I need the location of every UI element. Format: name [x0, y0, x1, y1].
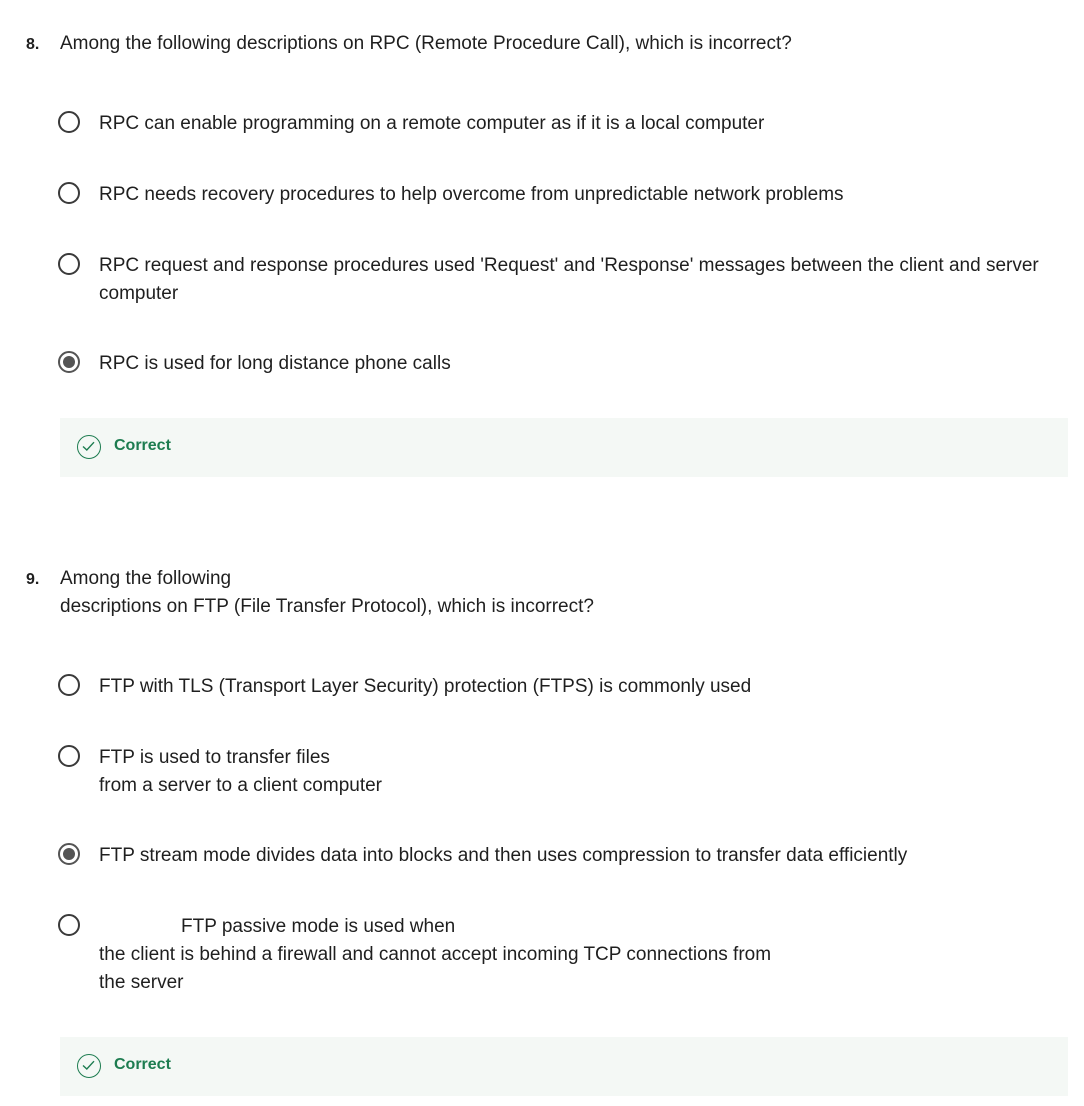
answer-option-line: the client is behind a firewall and cann…	[99, 944, 772, 965]
feedback-label: Correct	[114, 1056, 171, 1073]
answer-option-line: FTP stream mode divides data into blocks…	[99, 845, 908, 866]
answer-option-line: RPC can enable programming on a remote c…	[99, 113, 765, 134]
question-text: Among the following descriptions on FTP …	[60, 565, 594, 621]
feedback-label: Correct	[114, 437, 171, 454]
answer-option-line: FTP passive mode is used when	[181, 916, 456, 937]
answer-option-label: RPC request and response procedures used…	[99, 252, 1039, 308]
answer-option-line: from a server to a client computer	[99, 775, 382, 796]
radio-button[interactable]	[58, 111, 80, 133]
answer-option-label: FTP passive mode is used when the client…	[99, 913, 771, 997]
radio-button[interactable]	[58, 182, 80, 204]
check-circle-icon	[77, 1054, 101, 1078]
radio-button-checked[interactable]	[58, 843, 80, 865]
answer-option-line: RPC is used for long distance phone call…	[99, 353, 451, 374]
question-text-line: Among the following	[60, 568, 232, 589]
radio-button[interactable]	[58, 253, 80, 275]
answer-option-label: FTP stream mode divides data into blocks…	[99, 842, 907, 870]
answer-option-label: RPC is used for long distance phone call…	[99, 350, 451, 378]
answer-option-line: FTP with TLS (Transport Layer Security) …	[99, 676, 752, 697]
answer-option-label: RPC needs recovery procedures to help ov…	[99, 181, 844, 209]
question-text: Among the following descriptions on RPC …	[60, 30, 792, 58]
answer-option-label: RPC can enable programming on a remote c…	[99, 110, 764, 138]
radio-button[interactable]	[58, 745, 80, 767]
radio-button[interactable]	[58, 674, 80, 696]
feedback-banner: Correct	[60, 418, 1068, 477]
radio-button-checked[interactable]	[58, 351, 80, 373]
answer-option-label: FTP is used to transfer files from a ser…	[99, 744, 382, 800]
check-circle-icon	[77, 435, 101, 459]
answer-option-line: FTP is used to transfer files	[99, 747, 330, 768]
feedback-banner: Correct	[60, 1037, 1068, 1096]
question-number: 8.	[26, 36, 40, 53]
answer-option-line: the server	[99, 972, 184, 993]
answer-option-line: RPC request and response procedures used…	[99, 255, 1039, 276]
question-number: 9.	[26, 571, 40, 588]
answer-option-label: FTP with TLS (Transport Layer Security) …	[99, 673, 751, 701]
question-text-line: Among the following descriptions on RPC …	[60, 33, 792, 54]
radio-button[interactable]	[58, 914, 80, 936]
question-text-line: descriptions on FTP (File Transfer Proto…	[60, 596, 594, 617]
answer-option-line: RPC needs recovery procedures to help ov…	[99, 184, 844, 205]
answer-option-line: computer	[99, 283, 179, 304]
